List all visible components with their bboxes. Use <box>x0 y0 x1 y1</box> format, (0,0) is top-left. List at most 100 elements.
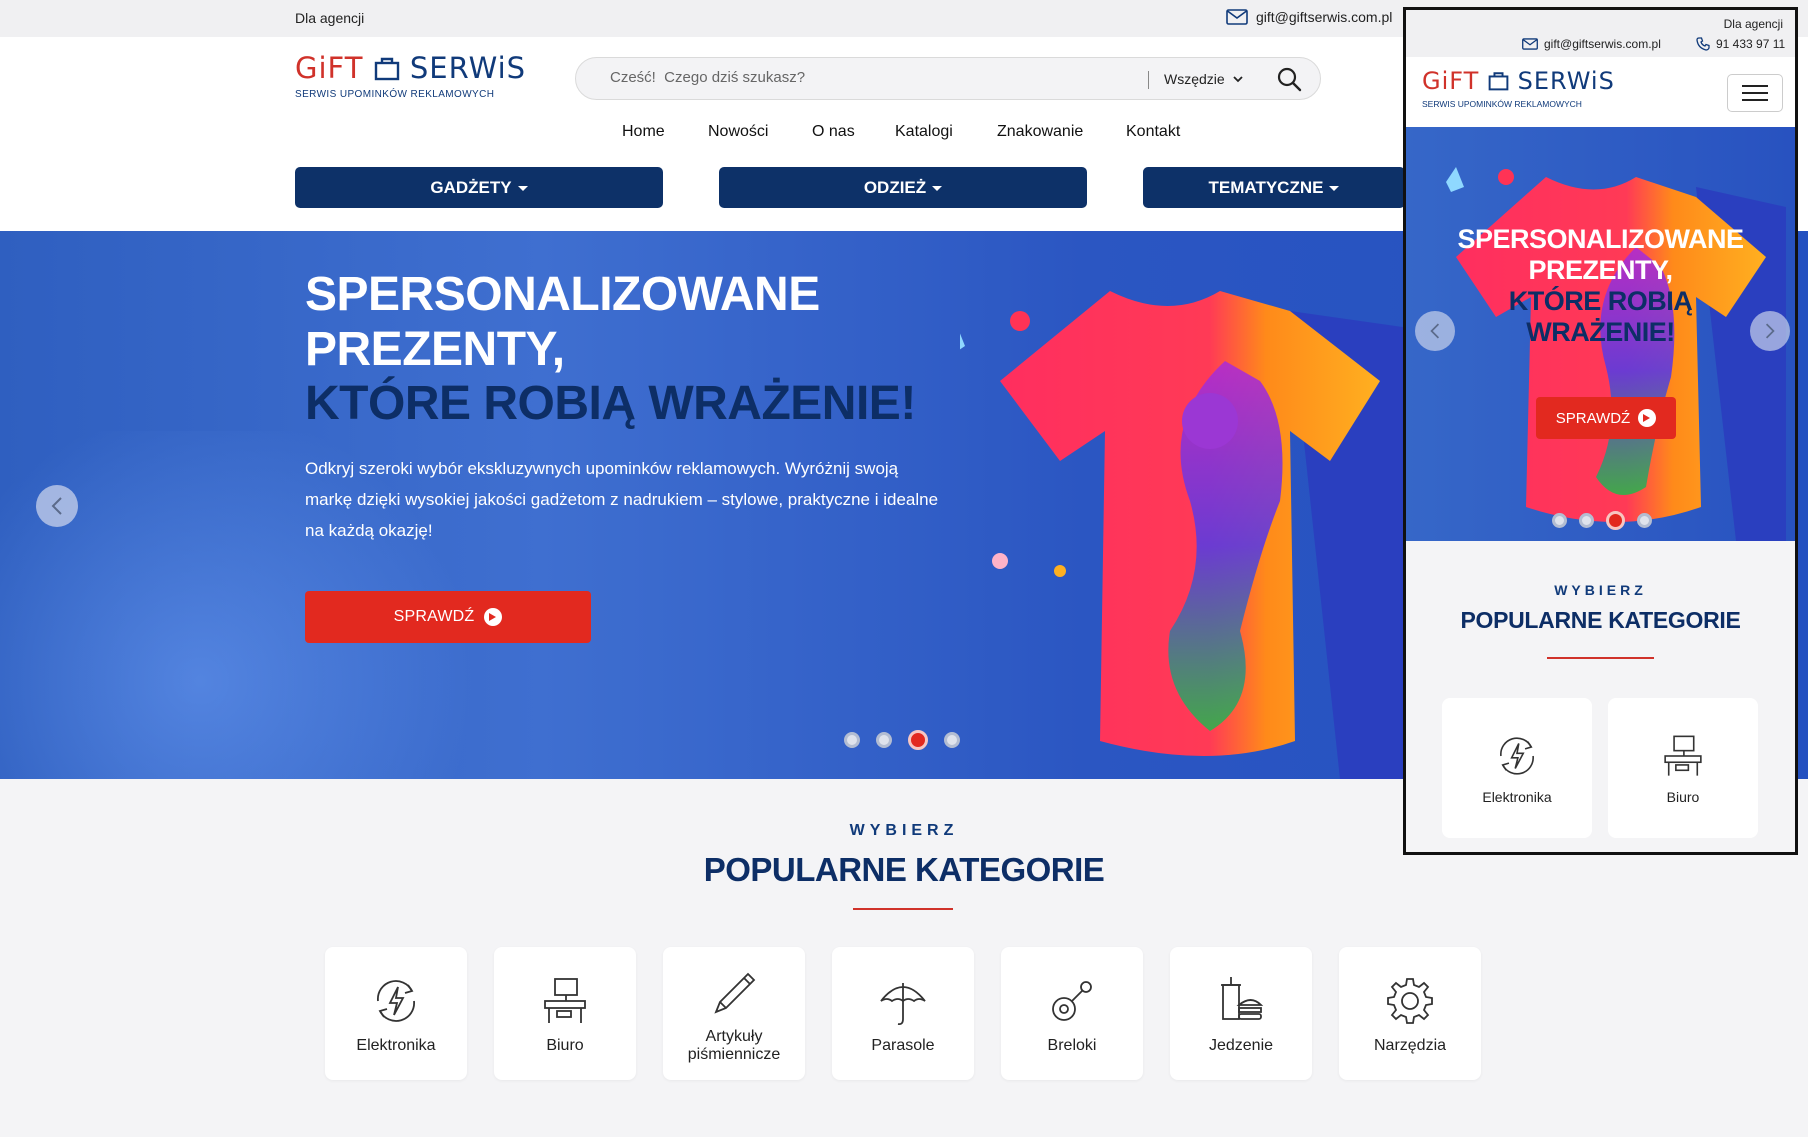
slider-dot-2[interactable] <box>876 732 892 748</box>
mobile-logo[interactable]: GiFT SERWiS Serwis upominków reklamowych <box>1422 67 1615 109</box>
category-card-narzedzia[interactable]: Narzędzia <box>1339 947 1481 1080</box>
category-gadzety-label: GADŻETY <box>430 177 512 197</box>
search-icon[interactable] <box>1276 66 1302 92</box>
mobile-slider-prev-button[interactable] <box>1415 311 1455 351</box>
category-card-biuro[interactable]: Biuro <box>494 947 636 1080</box>
category-odziez-button[interactable]: ODZIEŻ <box>719 167 1087 208</box>
chevron-down-icon <box>1233 75 1243 82</box>
hamburger-line <box>1742 92 1768 94</box>
logo-tagline: Serwis upominków reklamowych <box>295 89 495 100</box>
category-label: Biuro <box>546 1036 584 1054</box>
pen-icon <box>714 972 756 1014</box>
mobile-slider-dot-3[interactable] <box>1606 511 1625 530</box>
hero-cta-button[interactable]: SPRAWDŹ <box>305 591 591 643</box>
mobile-header: GiFT SERWiS Serwis upominków reklamowych <box>1406 57 1795 127</box>
mobile-hero-title-white: SPERSONALIZOWANE PREZENTY, <box>1406 224 1795 286</box>
mobile-contact-phone[interactable]: 91 433 97 11 <box>1696 37 1785 51</box>
mobile-slider-dot-2[interactable] <box>1579 513 1594 528</box>
hero-title-line1: SPERSONALIZOWANE <box>305 268 820 321</box>
search-input[interactable] <box>610 69 1150 86</box>
category-card-artykuly[interactable]: Artykuły piśmiennicze <box>663 947 805 1080</box>
logo[interactable]: GiFT SERWiS Serwis upominków reklamowych <box>295 51 525 111</box>
mobile-category-card-elektronika[interactable]: Elektronika <box>1442 698 1592 838</box>
arrow-right-circle-icon <box>484 608 503 626</box>
office-desk-icon <box>544 977 586 1023</box>
category-label: Narzędzia <box>1373 1036 1447 1054</box>
mobile-hero-cta-label: SPRAWDŹ <box>1555 409 1631 427</box>
office-desk-icon <box>1664 735 1702 776</box>
mobile-section-eyebrow: WYBIERZ <box>1554 582 1647 598</box>
category-tematyczne-button[interactable]: TEMATYCZNE <box>1143 167 1405 208</box>
nav-nowosci[interactable]: Nowości <box>708 123 768 141</box>
category-card-breloki[interactable]: Breloki <box>1001 947 1143 1080</box>
mobile-hero-title-navy: KTÓRE ROBIĄ WRAŻENIE! <box>1406 286 1795 348</box>
mobile-slider-next-button[interactable] <box>1750 311 1790 351</box>
agencies-link[interactable]: Dla agencji <box>295 10 364 26</box>
mobile-top-bar: Dla agencji gift@giftserwis.com.pl 91 43… <box>1406 10 1795 57</box>
mobile-contact-email[interactable]: gift@giftserwis.com.pl <box>1522 37 1661 51</box>
mobile-agencies-link[interactable]: Dla agencji <box>1724 17 1783 31</box>
mobile-hero-cta-button[interactable]: SPRAWDŹ <box>1536 397 1676 439</box>
category-card-elektronika[interactable]: Elektronika <box>325 947 467 1080</box>
logo-wordmark: GiFT SERWiS <box>295 51 525 85</box>
gear-icon <box>1387 977 1433 1024</box>
mobile-phone-text: 91 433 97 11 <box>1716 37 1786 51</box>
mobile-slider-dot-4[interactable] <box>1637 513 1652 528</box>
nav-kontakt[interactable]: Kontakt <box>1126 123 1180 141</box>
slider-dots <box>844 730 960 750</box>
arrow-right-circle-icon <box>1638 409 1657 427</box>
mobile-hero-line1: SPERSONALIZOWANE <box>1457 224 1744 254</box>
search-divider <box>1148 71 1149 89</box>
slider-dot-1[interactable] <box>844 732 860 748</box>
slider-prev-button[interactable] <box>36 485 78 527</box>
slider-dot-4[interactable] <box>944 732 960 748</box>
category-label: Elektronika <box>356 1036 436 1054</box>
hamburger-menu-button[interactable] <box>1727 74 1783 112</box>
mobile-slider-dots <box>1552 511 1652 530</box>
category-tematyczne-label: TEMATYCZNE <box>1208 177 1324 197</box>
umbrella-icon <box>880 982 926 1025</box>
category-label: Breloki <box>1047 1036 1097 1054</box>
mobile-logo-tagline: Serwis upominków reklamowych <box>1422 99 1582 109</box>
caret-down-icon <box>932 186 943 191</box>
category-card-parasole[interactable]: Parasole <box>832 947 974 1080</box>
hero-title-white: SPERSONALIZOWANE PREZENTY, <box>305 267 820 377</box>
section-underline <box>853 908 953 910</box>
mobile-email-text: gift@giftserwis.com.pl <box>1544 37 1661 51</box>
category-card-jedzenie[interactable]: Jedzenie <box>1170 947 1312 1080</box>
mobile-category-label: Biuro <box>1666 789 1700 805</box>
page: Dla agencji gift@giftserwis.com.pl GiFT … <box>0 0 1808 1137</box>
nav-katalogi[interactable]: Katalogi <box>895 123 953 141</box>
mobile-hero-line4: WRAŻENIE! <box>1526 317 1675 347</box>
mobile-logo-wordmark: GiFT SERWiS <box>1422 67 1615 95</box>
search-scope-select[interactable]: Wszędzie <box>1164 71 1243 87</box>
nav-o-nas[interactable]: O nas <box>812 123 855 141</box>
mobile-hero-line2: PREZENTY, <box>1528 255 1673 285</box>
mobile-slider-dot-1[interactable] <box>1552 513 1567 528</box>
category-odziez-label: ODZIEŻ <box>863 177 927 197</box>
mobile-preview: Dla agencji gift@giftserwis.com.pl 91 43… <box>1403 7 1798 855</box>
hero-title-line2: PREZENTY, <box>305 323 565 376</box>
category-label: Jedzenie <box>1208 1036 1274 1054</box>
nav-home[interactable]: Home <box>622 123 665 141</box>
chevron-left-icon <box>51 497 62 515</box>
bag-icon <box>374 57 399 81</box>
mobile-logo-serwis: SERWiS <box>1517 67 1615 95</box>
mobile-logo-gift: GiFT <box>1422 67 1480 95</box>
chevron-left-icon <box>1430 323 1440 339</box>
logo-serwis: SERWiS <box>409 51 527 85</box>
food-icon <box>1221 976 1264 1020</box>
contact-email[interactable]: gift@giftserwis.com.pl <box>1226 9 1392 25</box>
hero-title-line3: KTÓRE ROBIĄ WRAŻENIE! <box>305 377 916 430</box>
lightning-refresh-icon <box>377 979 415 1022</box>
section-title: POPULARNE KATEGORIE <box>703 851 1105 888</box>
caret-down-icon <box>517 186 528 191</box>
logo-gift: GiFT <box>295 51 364 85</box>
mail-icon <box>1522 38 1538 50</box>
hero-tshirt-image <box>960 291 1480 779</box>
mobile-category-card-biuro[interactable]: Biuro <box>1608 698 1758 838</box>
caret-down-icon <box>1329 186 1340 191</box>
nav-znakowanie[interactable]: Znakowanie <box>997 123 1083 141</box>
slider-dot-3[interactable] <box>908 730 928 750</box>
category-gadzety-button[interactable]: GADŻETY <box>295 167 663 208</box>
